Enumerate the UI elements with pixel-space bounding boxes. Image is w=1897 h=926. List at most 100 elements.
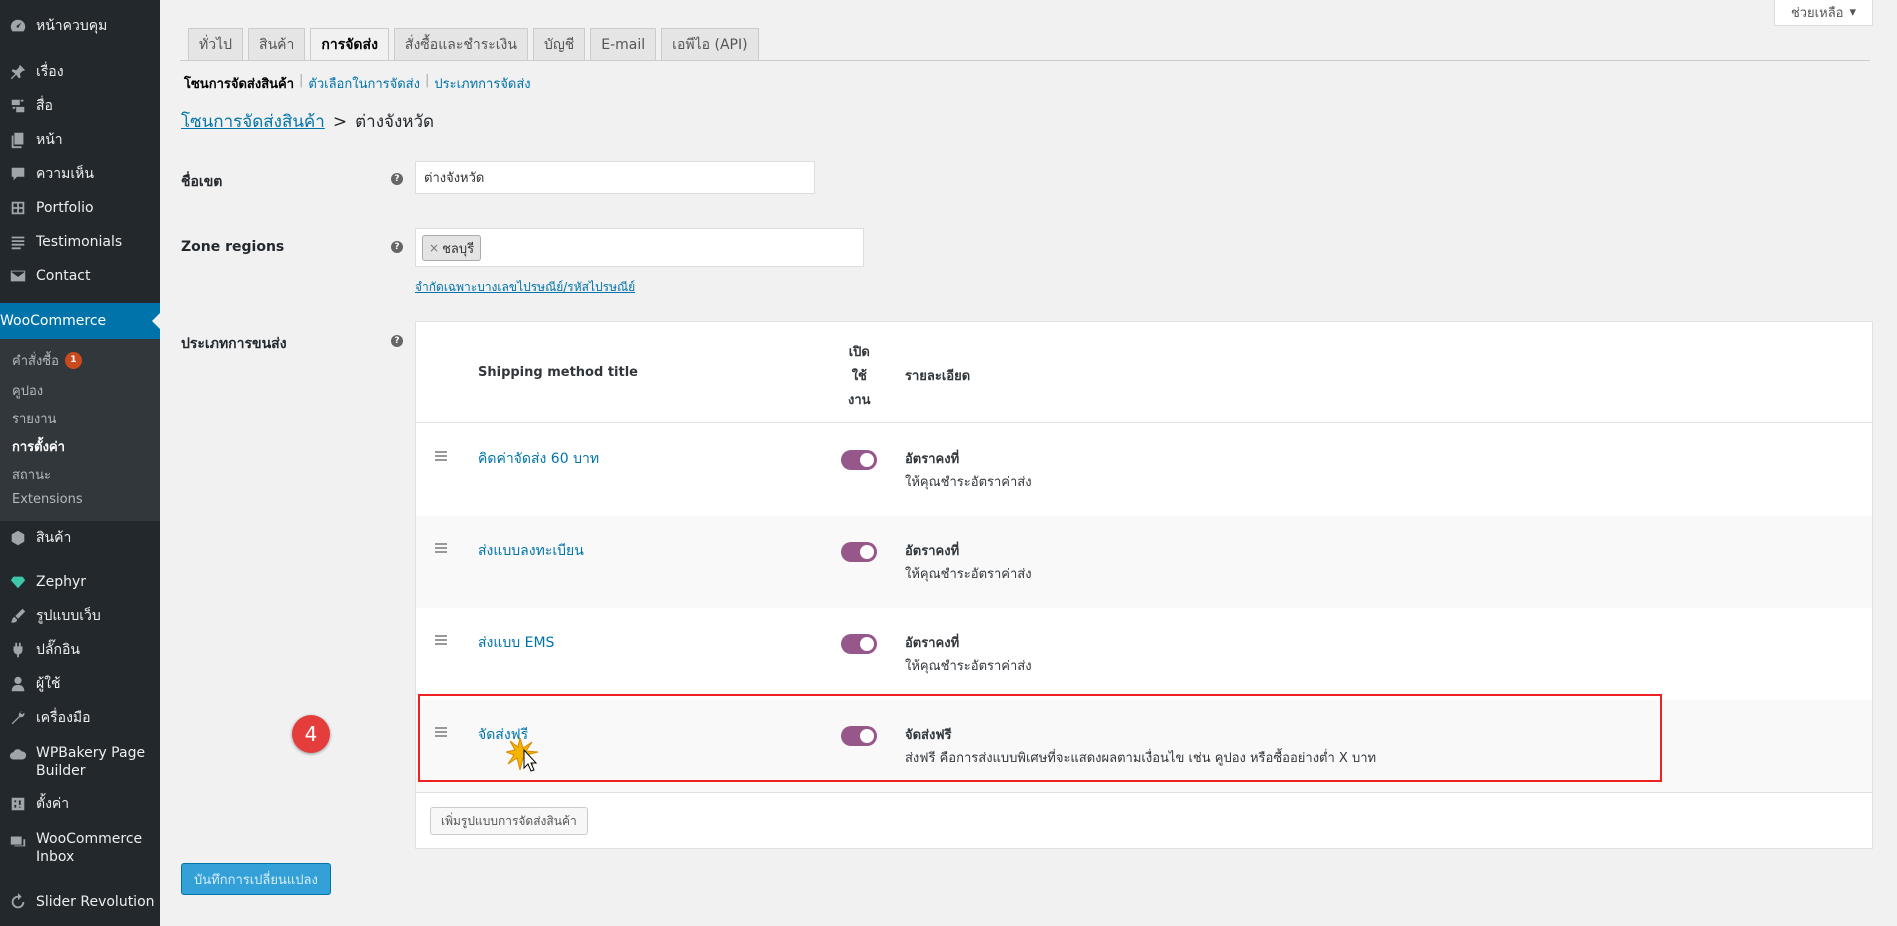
subsection-zones[interactable]: โซนการจัดส่งสินค้า [184,73,294,94]
sidebar-item-plugins[interactable]: ปลั๊กอิน [0,636,160,664]
sidebar-item-pages[interactable]: หน้า [0,126,160,154]
method-title-link[interactable]: ส่งแบบ EMS [478,632,554,654]
cloud-icon [0,744,36,764]
click-cursor-icon [506,738,539,772]
tab-products[interactable]: สินค้า [248,28,306,60]
settings-tabs: ทั่วไป สินค้า การจัดส่ง สั่งซื้อและชำระเ… [188,28,759,60]
table-row: ส่งแบบ EMS อัตราคงที่ ให้คุณชำระอัตราค่า… [416,608,1872,700]
sidebar-item-woo-inbox[interactable]: WooCommerce Inbox [0,830,160,870]
limit-postcodes-link[interactable]: จำกัดเฉพาะบางเลขไปรษณีย์/รหัสไปรษณีย์ [415,278,635,297]
sidebar-item-products[interactable]: สินค้า [0,524,160,552]
diamond-icon [0,573,36,591]
sidebar-item-woocommerce[interactable]: WooCommerce [0,303,160,342]
submenu-settings[interactable]: การตั้งค่า [12,436,65,457]
tab-general[interactable]: ทั่วไป [188,28,244,60]
testimonial-icon [0,233,36,251]
media-icon [0,97,36,115]
sidebar-item-appearance[interactable]: รูปแบบเว็บ [0,602,160,630]
remove-region-icon[interactable]: × [429,241,439,255]
region-chip: × ชลบุรี [422,235,482,261]
sidebar-item-testimonials[interactable]: Testimonials [0,228,160,256]
sidebar-item-label: หน้าควบคุม [36,18,108,34]
zone-name-input[interactable] [415,161,815,194]
submenu-orders[interactable]: คำสั่งซื้อ 1 [12,350,82,371]
sidebar-item-slider-revolution[interactable]: Slider Revolution [0,888,160,916]
sidebar-item-comments[interactable]: ความเห็น [0,160,160,188]
sidebar-item-zephyr[interactable]: Zephyr [0,568,160,596]
brush-icon [0,607,36,625]
submenu-reports[interactable]: รายงาน [12,408,56,429]
breadcrumb-separator: > [332,111,348,132]
drag-handle-icon[interactable] [435,543,447,555]
sidebar-item-wpbakery[interactable]: WPBakery Page Builder [0,744,160,784]
drag-handle-icon[interactable] [435,451,447,463]
sidebar-item-label: WooCommerce Inbox [36,831,143,865]
table-row: คิดค่าจัดส่ง 60 บาท อัตราคงที่ ให้คุณชำร… [416,424,1872,516]
add-shipping-method-button[interactable]: เพิ่มรูปแบบการจัดส่งสินค้า [430,807,588,835]
sidebar-item-label: Slider Revolution [36,894,155,910]
tab-divider [180,60,1870,61]
wrench-icon [0,709,36,727]
submenu-status[interactable]: สถานะ [12,464,51,485]
method-type: อัตราคงที่ [905,452,960,467]
help-tab-button[interactable]: ช่วยเหลือ ▾ [1773,0,1873,26]
submenu-coupons[interactable]: คูปอง [12,380,43,401]
sidebar-item-users[interactable]: ผู้ใช้ [0,670,160,698]
region-chip-label: ชลบุรี [442,241,475,257]
method-title-link[interactable]: ส่งแบบลงทะเบียน [478,540,584,562]
method-desc-text: ให้คุณชำระอัตราค่าส่ง [905,567,1032,582]
zone-regions-select[interactable]: × ชลบุรี [415,228,864,267]
method-desc-text: ให้คุณชำระอัตราค่าส่ง [905,659,1032,674]
inbox-icon [0,830,36,850]
breadcrumb: โซนการจัดส่งสินค้า > ต่างจังหวัด [181,108,434,135]
help-icon[interactable]: ? [391,173,403,185]
method-desc-text: ให้คุณชำระอัตราค่าส่ง [905,475,1032,490]
submenu-label: คูปอง [12,384,44,399]
sidebar-item-label: WPBakery Page Builder [36,745,146,779]
sidebar-item-settings[interactable]: ตั้งค่า [0,790,160,818]
method-description: อัตราคงที่ ให้คุณชำระอัตราค่าส่ง [905,540,1032,586]
sidebar-item-label: Zephyr [36,574,87,590]
page-title: ต่างจังหวัด [355,112,435,132]
breadcrumb-parent-link[interactable]: โซนการจัดส่งสินค้า [181,108,325,135]
sidebar-item-tools[interactable]: เครื่องมือ [0,704,160,732]
subsection-options[interactable]: ตัวเลือกในการจัดส่ง [308,73,420,94]
tab-accounts[interactable]: บัญชี [532,28,586,60]
drag-handle-icon[interactable] [435,635,447,647]
submenu-label: สถานะ [12,468,51,483]
refresh-icon [0,893,36,911]
method-title-link[interactable]: คิดค่าจัดส่ง 60 บาท [478,448,599,470]
step-number-badge: 4 [292,715,330,753]
help-icon[interactable]: ? [391,241,403,253]
tab-shipping[interactable]: การจัดส่ง [310,28,389,60]
method-enabled-toggle[interactable] [841,634,877,654]
method-enabled-toggle[interactable] [841,450,877,470]
col-title-header: Shipping method title [478,365,638,380]
submenu-label: คำสั่งซื้อ [12,354,59,369]
help-icon[interactable]: ? [391,335,403,347]
method-type: อัตราคงที่ [905,636,960,651]
sidebar-item-posts[interactable]: เรื่อง [0,58,160,86]
order-count-badge: 1 [64,352,82,369]
tab-email[interactable]: E-mail [590,28,657,60]
col-enabled-header: เปิด ใช้ งาน [848,341,871,413]
pin-icon [0,63,36,81]
sidebar-item-label: หน้า [36,132,63,148]
sidebar-item-label: เรื่อง [36,64,64,80]
zone-regions-label: Zone regions [181,239,285,255]
sidebar-item-media[interactable]: สื่อ [0,92,160,120]
submenu-extensions[interactable]: Extensions [12,492,83,507]
save-changes-button[interactable]: บันทึกการเปลี่ยนแปลง [181,863,331,895]
tab-payments[interactable]: สั่งซื้อและชำระเงิน [393,28,528,60]
sidebar-item-portfolio[interactable]: Portfolio [0,194,160,222]
subsection-classes[interactable]: ประเภทการจัดส่ง [434,73,530,94]
sidebar-item-contact[interactable]: Contact [0,262,160,290]
tab-api[interactable]: เอพีไอ (API) [661,28,759,60]
portfolio-icon [0,199,36,217]
sidebar-item-label: WooCommerce [0,313,107,329]
sidebar-item-label: สื่อ [36,98,53,114]
sidebar-item-dashboard[interactable]: หน้าควบคุม [0,12,160,40]
method-type: อัตราคงที่ [905,544,960,559]
zone-name-label: ชื่อเขต [181,174,223,190]
method-enabled-toggle[interactable] [841,542,877,562]
